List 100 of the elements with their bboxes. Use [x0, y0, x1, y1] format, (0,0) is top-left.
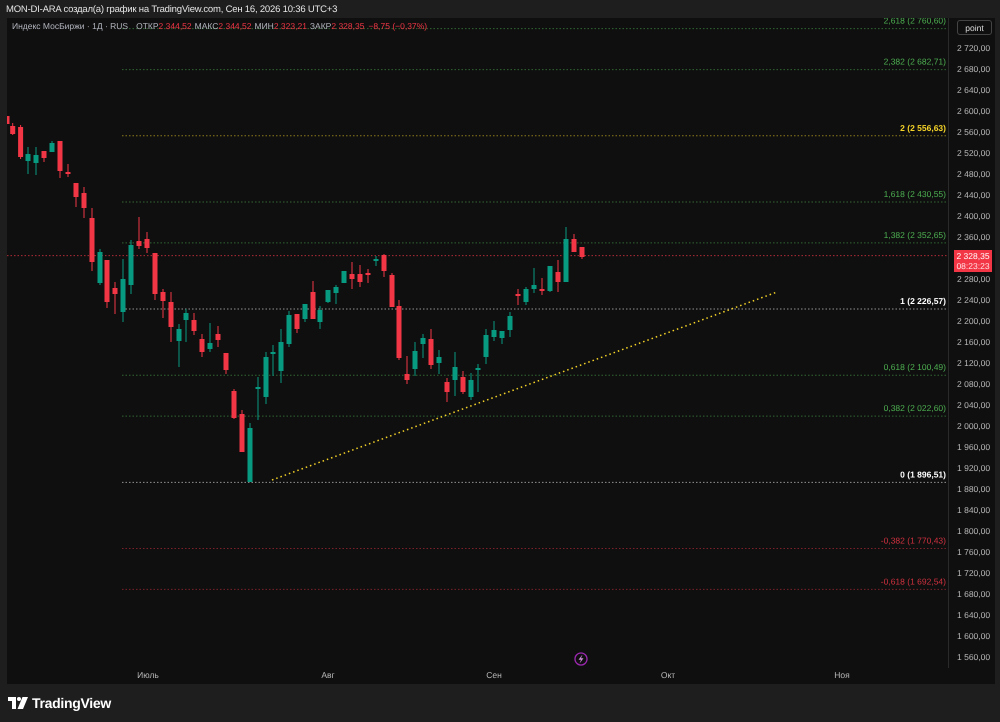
lightning-icon[interactable] [574, 652, 588, 666]
fib-level-label: 0 (1 896,51) [900, 469, 946, 480]
ohlc-label: ОТКР [136, 21, 159, 31]
price-change: −8,75 (−0,37%) [368, 21, 428, 31]
candlestick [508, 312, 512, 338]
candlestick [540, 278, 544, 296]
brand-logo-icon [8, 697, 28, 709]
fib-level-label: 0,618 (2 100,49) [884, 362, 946, 372]
candlestick [128, 240, 134, 294]
candlestick [286, 310, 292, 348]
fib-level-label: 2 (2 556,63) [900, 122, 946, 133]
candlestick [492, 320, 496, 342]
price-tick: 2 240,00 [957, 295, 990, 305]
scale-mode-button[interactable]: point [957, 20, 992, 35]
candlestick [358, 264, 362, 288]
candlestick [468, 372, 474, 400]
price-tick: 2 640,00 [957, 85, 990, 95]
price-tick: 1 600,00 [957, 631, 990, 641]
candlestick [452, 352, 458, 396]
candlestick [248, 422, 252, 482]
candlestick [310, 280, 316, 320]
candlestick [50, 140, 54, 152]
ohlc-label: МИН [254, 21, 274, 31]
time-tick: Сен [486, 670, 502, 680]
ohlc-value: 2 328,35 [331, 21, 364, 31]
price-tick: 1 640,00 [957, 610, 990, 620]
ohlc-value: 2 344,52 [158, 21, 192, 31]
price-tick: 1 560,00 [957, 652, 990, 662]
candlestick [436, 350, 442, 374]
candlestick [256, 376, 260, 420]
price-tick: 2 160,00 [957, 337, 990, 347]
fib-level-label: 1 (2 226,57) [900, 296, 946, 306]
fib-level-label: 1,382 (2 352,65) [884, 230, 946, 240]
candlestick [476, 364, 480, 392]
time-tick: Окт [660, 670, 676, 680]
price-tick: 2 280,00 [957, 274, 990, 284]
candlestick [412, 342, 418, 376]
price-tick: 2 040,00 [957, 400, 990, 410]
time-tick: Авг [321, 670, 335, 680]
candlestick [580, 246, 584, 260]
price-tick: 2 600,00 [957, 106, 990, 116]
price-tick: 1 760,00 [957, 547, 990, 557]
candlestick [74, 182, 78, 208]
candlestick [200, 334, 204, 358]
candlestick [152, 252, 158, 300]
candlestick [160, 288, 166, 318]
candlestick [82, 186, 86, 218]
price-tick: 2 480,00 [957, 169, 990, 179]
symbol-label: Индекс МосБиржи · 1Д · RUS [12, 21, 128, 31]
candlestick [390, 272, 394, 308]
candlestick [120, 258, 126, 322]
candlestick [58, 140, 62, 178]
ohlc-label: МАКС [194, 21, 218, 31]
candlestick [26, 146, 30, 174]
price-tick: 1 920,00 [957, 463, 990, 473]
candlestick [428, 328, 434, 370]
candlestick [144, 232, 150, 254]
candlestick [564, 226, 568, 282]
price-tick: 2 200,00 [957, 316, 990, 326]
candlestick [366, 268, 370, 284]
fib-level-label: 1,618 (2 430,55) [884, 188, 946, 199]
candlestick [184, 308, 188, 342]
candlestick [208, 322, 212, 352]
bar-countdown: 08:23:23 [956, 261, 990, 271]
time-tick: Ноя [834, 670, 850, 680]
candlestick [232, 388, 236, 420]
fib-level-label: 2,382 (2 682,71) [884, 56, 946, 67]
candlestick [224, 352, 228, 374]
candlestick [484, 328, 488, 364]
fib-level-label: 0,382 (2 022,60) [884, 403, 946, 414]
candlestick [98, 248, 102, 286]
candlestick [18, 124, 24, 160]
candlestick [192, 312, 196, 336]
price-tick: 2 560,00 [957, 127, 990, 137]
candlestick [420, 334, 426, 358]
candlestick [572, 234, 576, 252]
candlestick [264, 352, 268, 404]
candlestick [34, 146, 38, 176]
candlestick [444, 378, 450, 402]
fib-level-label: -0,382 (1 770,43) [880, 536, 946, 546]
candlestick [524, 286, 528, 306]
price-tick: 2 000,00 [957, 421, 990, 431]
candlestick [334, 284, 338, 304]
price-tick: 1 840,00 [957, 505, 990, 515]
candlestick [556, 260, 560, 292]
window-title: MON-DI-ARA создал(а) график на TradingView.com, Сен 16, 2026 10:36 UTC+3 [6, 4, 338, 14]
candlestick [176, 324, 182, 368]
candlestick [548, 266, 552, 292]
candlestick [460, 370, 466, 394]
price-tick: 2 720,00 [957, 43, 990, 53]
candlestick [294, 314, 300, 334]
candlestick [42, 150, 46, 162]
ohlc-label: ЗАКР [310, 21, 332, 31]
candlestick [326, 290, 330, 304]
trend-line[interactable] [272, 291, 778, 481]
ohlc-value: 2 344,52 [218, 21, 252, 31]
candlestick [240, 410, 244, 452]
price-tick: 2 120,00 [957, 358, 990, 368]
price-tick: 2 080,00 [957, 379, 990, 389]
candlestick [532, 268, 536, 294]
